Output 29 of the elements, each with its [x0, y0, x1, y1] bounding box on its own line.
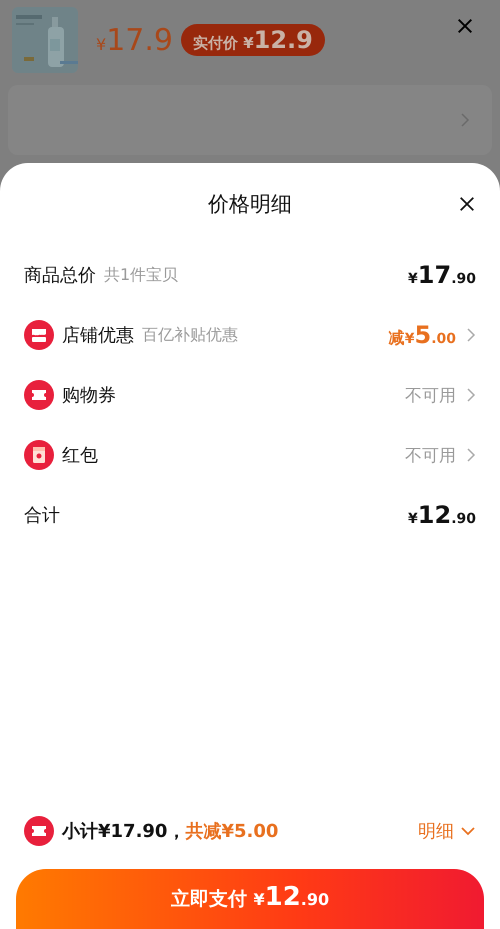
- row-note: 共1件宝贝: [104, 264, 178, 286]
- chevron-down-icon: [460, 826, 476, 836]
- chevron-right-icon[interactable]: [466, 387, 476, 403]
- ticket-icon: [24, 816, 54, 846]
- row-note: 百亿补贴优惠: [142, 324, 238, 346]
- chevron-right-icon[interactable]: [466, 327, 476, 343]
- amount-text: 减¥5.00: [388, 321, 456, 349]
- row-label: 红包: [62, 444, 98, 467]
- pay-button[interactable]: 立即支付 ¥12.90: [16, 869, 484, 929]
- status-text: 不可用: [405, 384, 456, 406]
- row-label: 购物券: [62, 384, 116, 407]
- amount-text: ¥17.90: [408, 261, 476, 289]
- actual-price-badge: 实付价 ¥12.9: [180, 24, 325, 56]
- details-toggle[interactable]: 明细: [418, 819, 476, 843]
- savings-text: 共减¥5.00: [185, 820, 278, 843]
- price-text: ¥17.9: [96, 22, 173, 58]
- chevron-right-icon[interactable]: [466, 447, 476, 463]
- store-icon: [24, 320, 54, 350]
- amount-text: ¥12.90: [408, 501, 476, 529]
- row-label: 店铺优惠: [62, 324, 134, 347]
- ticket-icon: [24, 380, 54, 410]
- close-icon[interactable]: [458, 195, 476, 213]
- row-label: 合计: [24, 504, 60, 527]
- subtotal-text: 小计¥17.90，: [62, 820, 186, 843]
- row-label: 商品总价: [24, 264, 96, 287]
- chevron-right-icon: [460, 112, 470, 128]
- status-text: 不可用: [405, 444, 456, 466]
- envelope-icon: [24, 440, 54, 470]
- sheet-title: 价格明细: [208, 191, 292, 218]
